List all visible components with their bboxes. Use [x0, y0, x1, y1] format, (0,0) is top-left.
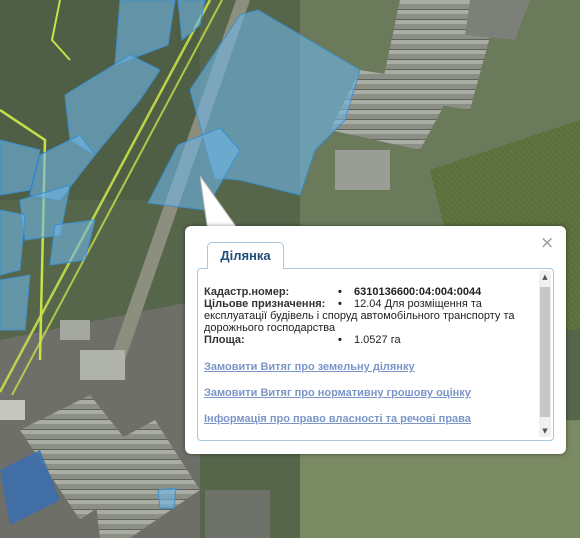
- scroll-down-icon[interactable]: ▼: [539, 425, 551, 437]
- tab-parcel[interactable]: Ділянка: [207, 242, 284, 269]
- field-label: Кадастр.номер:: [204, 286, 290, 298]
- order-land-extract-link[interactable]: Замовити Витяг про земельну ділянку: [204, 361, 534, 373]
- field-label: Площа:: [204, 334, 245, 346]
- field-area: Площа: • 1.0527 га: [204, 334, 534, 346]
- order-valuation-extract-link[interactable]: Замовити Витяг про нормативну грошову оц…: [204, 387, 534, 399]
- field-purpose: Цільове призначення: • 12.04 Для розміще…: [204, 298, 534, 310]
- parcel-info-panel: Кадастр.номер: • 6310136600:04:004:0044 …: [197, 268, 554, 441]
- vertical-scrollbar[interactable]: ▲ ▼: [539, 271, 551, 437]
- scrollbar-thumb[interactable]: [540, 287, 550, 417]
- field-value: 12.04 Для розміщення та: [354, 298, 482, 310]
- popup-pointer: [200, 176, 241, 232]
- field-purpose-cont: експлуатації будівель і споруд автомобіл…: [204, 310, 534, 322]
- field-label: Цільове призначення:: [204, 298, 326, 310]
- field-value: 1.0527 га: [354, 334, 401, 346]
- bullet: •: [338, 286, 342, 298]
- bullet: •: [338, 298, 342, 310]
- field-purpose-cont: дорожнього господарства: [204, 322, 534, 334]
- ownership-info-link[interactable]: Інформація про право власності та речові…: [204, 413, 534, 425]
- field-value: 6310136600:04:004:0044: [354, 286, 482, 298]
- parcel-details: Кадастр.номер: • 6310136600:04:004:0044 …: [204, 286, 534, 425]
- close-icon[interactable]: ×: [540, 235, 554, 252]
- scroll-up-icon[interactable]: ▲: [539, 271, 551, 283]
- field-value-cont: дорожнього господарства: [204, 322, 336, 334]
- bullet: •: [338, 334, 342, 346]
- field-value-cont: експлуатації будівель і споруд автомобіл…: [204, 310, 515, 322]
- field-cadastral-number: Кадастр.номер: • 6310136600:04:004:0044: [204, 286, 534, 298]
